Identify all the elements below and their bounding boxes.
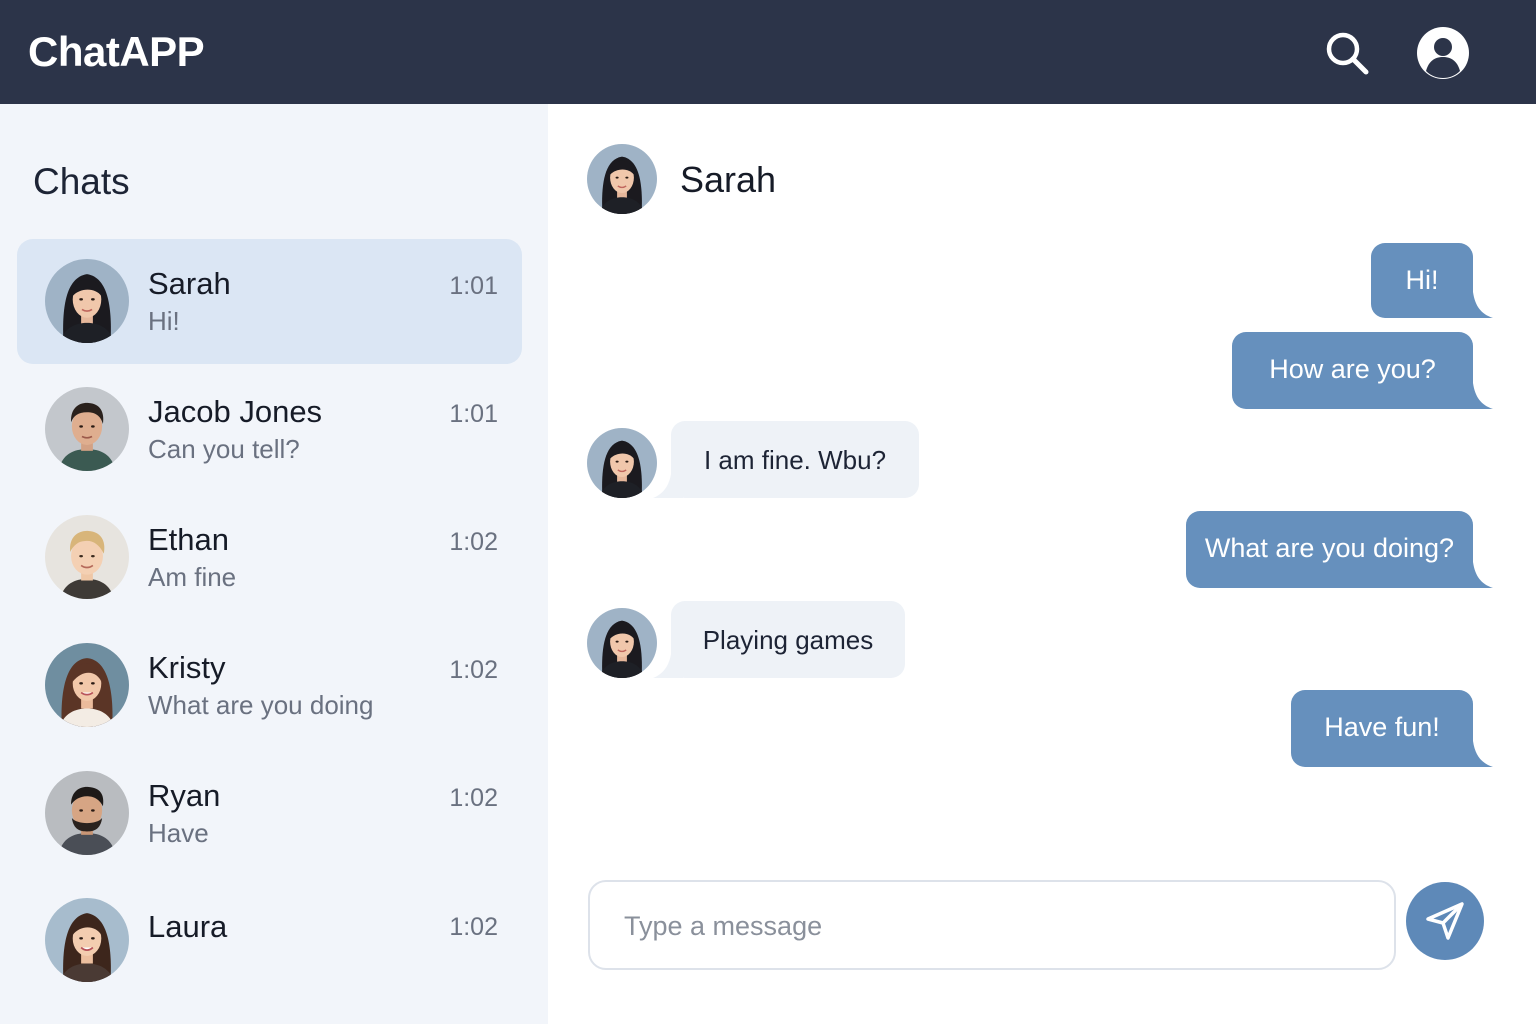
contact-name: Sarah: [680, 159, 777, 200]
message-text: How are you?: [1269, 354, 1436, 384]
profile-button[interactable]: [1416, 26, 1470, 80]
message-text: Playing games: [702, 625, 874, 655]
chat-item-jacob-jones[interactable]: Jacob Jones Can you tell? 1:01: [17, 367, 522, 492]
chat-item-time: 1:01: [449, 400, 498, 428]
chat-item-preview: Hi!: [148, 306, 180, 336]
chat-item-time: 1:02: [449, 784, 498, 812]
chat-item-ryan[interactable]: Ryan Have 1:02: [17, 751, 522, 876]
chat-item-time: 1:02: [449, 656, 498, 684]
search-icon: [1326, 32, 1369, 75]
chat-item-name: Ethan: [148, 522, 230, 557]
sidebar-title: Chats: [33, 161, 130, 202]
message-incoming: I am fine. Wbu?: [653, 421, 919, 498]
avatar: [45, 898, 129, 982]
avatar: [45, 771, 129, 855]
app-header: ChatAPP: [0, 0, 1536, 104]
message-text: What are you doing?: [1204, 533, 1455, 563]
chat-item-preview: What are you doing: [148, 690, 374, 720]
send-button[interactable]: [1406, 882, 1484, 960]
chat-item-preview: Can you tell?: [148, 434, 300, 464]
message-outgoing: Have fun!: [1291, 690, 1493, 767]
message-composer: [588, 880, 1396, 970]
chat-item-name: Laura: [148, 909, 228, 944]
message-avatar: [587, 428, 657, 498]
chat-item-name: Kristy: [148, 650, 226, 685]
message-text: I am fine. Wbu?: [703, 445, 887, 475]
user-profile-icon: [1417, 27, 1469, 79]
message-outgoing: What are you doing?: [1186, 511, 1493, 588]
chat-item-time: 1:01: [449, 272, 498, 300]
chat-item-preview: Have: [148, 818, 209, 848]
contact-avatar[interactable]: [587, 144, 657, 214]
message-outgoing: How are you?: [1232, 332, 1493, 409]
chat-item-laura[interactable]: Laura 1:02: [17, 878, 522, 1003]
bubble-tail: [653, 654, 683, 678]
message-avatar: [587, 608, 657, 678]
chat-item-name: Jacob Jones: [148, 394, 323, 429]
chat-item-sarah[interactable]: Sarah Hi! 1:01: [17, 239, 522, 364]
chat-item-time: 1:02: [449, 913, 498, 941]
bubble-tail: [1459, 741, 1493, 767]
avatar: [45, 515, 129, 599]
bubble-tail: [1459, 562, 1493, 588]
bubble-tail: [1459, 383, 1493, 409]
conversation-panel: Sarah Hi! How are you? I am fine. Wbu? W…: [548, 104, 1536, 1024]
message-incoming: Playing games: [653, 601, 905, 678]
chat-item-preview: Am fine: [148, 562, 237, 592]
message-outgoing: Hi!: [1371, 243, 1493, 318]
message-text: Hi!: [1405, 265, 1439, 295]
chat-item-ethan[interactable]: Ethan Am fine 1:02: [17, 495, 522, 620]
message-input[interactable]: [624, 904, 1364, 948]
avatar: [45, 643, 129, 727]
search-button[interactable]: [1322, 28, 1372, 78]
bubble-tail: [1459, 292, 1493, 318]
send-icon: [1426, 902, 1464, 940]
chat-item-name: Sarah: [148, 266, 231, 301]
chat-item-kristy[interactable]: Kristy What are you doing 1:02: [17, 623, 522, 748]
message-text: Have fun!: [1324, 712, 1440, 742]
app-title: ChatAPP: [28, 28, 205, 75]
bubble-tail: [653, 474, 683, 498]
avatar: [45, 387, 129, 471]
avatar: [45, 259, 129, 343]
chat-list-sidebar: Chats Sarah Hi! 1:01 Jacob Jones Can you…: [0, 104, 548, 1024]
chat-item-name: Ryan: [148, 778, 221, 813]
chat-item-time: 1:02: [449, 528, 498, 556]
